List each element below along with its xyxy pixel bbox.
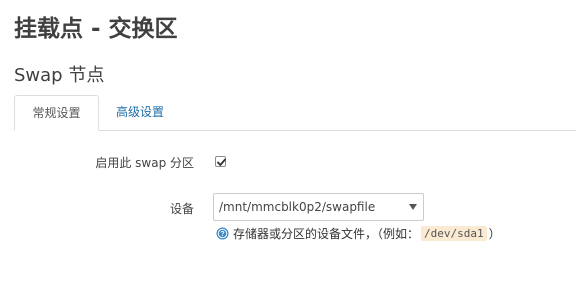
device-hint: ? 存储器或分区的设备文件，（例如：/dev/sda1） bbox=[216, 225, 501, 241]
tab-advanced-settings[interactable]: 高级设置 bbox=[115, 95, 165, 131]
device-hint-example: /dev/sda1 bbox=[421, 226, 487, 241]
tab-general-settings[interactable]: 常规设置 bbox=[14, 95, 99, 131]
device-select-value: /mnt/mmcblk0p2/swapfile bbox=[219, 200, 376, 214]
info-icon: ? bbox=[216, 227, 229, 240]
device-label: 设备 bbox=[169, 202, 194, 216]
device-select[interactable]: /mnt/mmcblk0p2/swapfile bbox=[213, 193, 424, 221]
enable-swap-checkbox[interactable] bbox=[215, 156, 226, 167]
section-title: Swap 节点 bbox=[14, 65, 105, 86]
device-hint-close: ） bbox=[488, 227, 501, 241]
tab-bar: 常规设置 高级设置 bbox=[14, 95, 576, 131]
page-title: 挂载点 - 交换区 bbox=[14, 16, 178, 42]
checkmark-icon bbox=[217, 158, 226, 166]
dropdown-arrow-icon bbox=[409, 204, 417, 210]
device-hint-text: 存储器或分区的设备文件，（例如： bbox=[233, 227, 420, 241]
enable-swap-label: 启用此 swap 分区 bbox=[95, 156, 194, 170]
svg-text:?: ? bbox=[220, 231, 224, 238]
page: 挂载点 - 交换区 Swap 节点 常规设置 高级设置 启用此 swap 分区 … bbox=[0, 0, 576, 285]
